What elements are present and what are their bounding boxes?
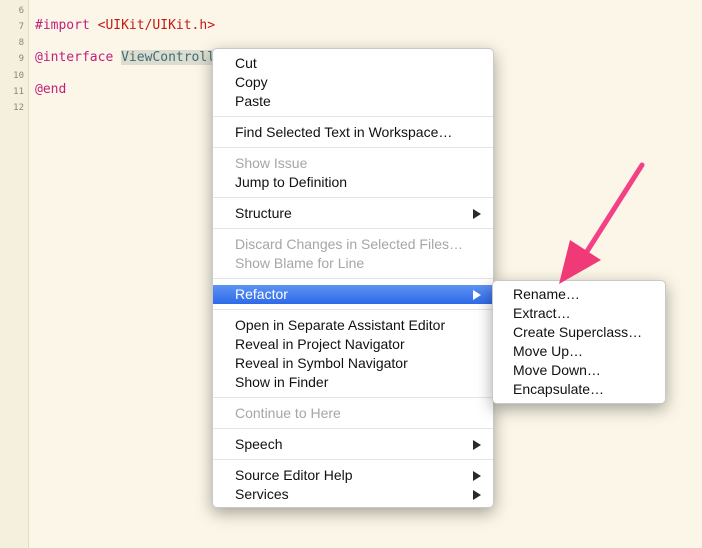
arrow-icon [559,162,645,284]
